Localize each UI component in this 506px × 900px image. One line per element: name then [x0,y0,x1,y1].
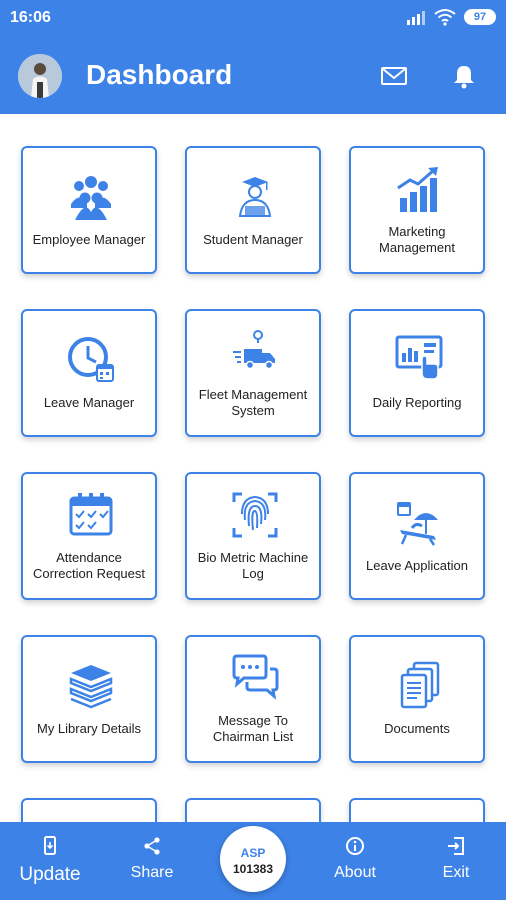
about-button[interactable]: About [315,836,395,882]
tile-biometric-log[interactable]: Bio Metric Machine Log [185,472,321,600]
battery-indicator: 97 [464,9,496,25]
tile-label: Attendance Correction Request [33,550,145,581]
tile-label: Leave Application [366,558,468,573]
tile-partial[interactable] [21,798,157,822]
status-indicators: 97 [406,8,496,26]
exit-button[interactable]: Exit [416,836,496,882]
tile-leave-application[interactable]: Leave Application [349,472,485,600]
dashboard-grid: Employee Manager Student Manager Marketi… [0,114,506,822]
tile-label: Marketing Management [379,224,455,255]
attendance-calendar-icon [69,493,113,536]
update-button[interactable]: Update [10,836,90,886]
tile-label: Daily Reporting [372,395,462,410]
tile-student-manager[interactable]: Student Manager [185,146,321,274]
tile-label: Fleet Management System [198,387,308,418]
tile-label: Bio Metric Machine Log [197,550,309,581]
tile-partial[interactable] [349,798,485,822]
growth-chart-icon [397,167,438,212]
tile-label: My Library Details [36,721,142,736]
share-icon [144,837,160,855]
fingerprint-icon [232,492,278,538]
tile-label: Employee Manager [32,232,146,247]
tile-label: Student Manager [203,232,303,247]
badge-code: 101383 [232,862,274,876]
tile-label: Documents [384,721,450,736]
tile-attendance-correction[interactable]: Attendance Correction Request [21,472,157,600]
tile-daily-reporting[interactable]: Daily Reporting [349,309,485,437]
delivery-truck-icon [233,330,275,370]
tile-marketing-management[interactable]: Marketing Management [349,146,485,274]
exit-label: Exit [442,864,470,881]
badge-title: ASP [240,846,266,860]
avatar[interactable] [18,54,62,98]
documents-icon [400,661,440,709]
about-label: About [334,864,376,881]
books-icon [69,665,113,709]
bottom-nav: Update Share ASP 101383 About Exit [0,822,506,900]
team-icon [71,176,111,220]
center-badge[interactable]: ASP 101383 [220,826,286,892]
tile-fleet-management[interactable]: Fleet Management System [185,309,321,437]
share-button[interactable]: Share [112,836,192,882]
exit-icon [448,837,464,855]
tile-leave-manager[interactable]: Leave Manager [21,309,157,437]
clock-calendar-icon [68,337,114,382]
signal-icon [407,11,425,25]
page-title: Dashboard [86,59,233,90]
phone-update-icon [44,836,56,855]
report-screen-icon [395,335,443,380]
status-time: 16:06 [10,9,51,26]
update-label: Update [19,864,81,885]
tile-library-details[interactable]: My Library Details [21,635,157,763]
tile-label: Message To Chairman List [212,713,294,744]
tile-message-chairman[interactable]: Message To Chairman List [185,635,321,763]
avatar-photo [18,54,62,98]
graduate-icon [238,177,272,217]
wifi-icon [434,9,456,26]
mail-icon[interactable] [380,62,408,90]
status-bar: 16:06 97 [0,0,506,36]
tile-employee-manager[interactable]: Employee Manager [21,146,157,274]
chat-icon [232,654,279,700]
vacation-icon [397,502,438,546]
share-label: Share [130,864,174,881]
bell-icon[interactable] [450,62,478,90]
tile-label: Leave Manager [43,395,135,410]
app-bar: Dashboard [0,36,506,114]
tile-documents[interactable]: Documents [349,635,485,763]
info-icon [346,837,364,855]
tile-partial[interactable] [185,798,321,822]
